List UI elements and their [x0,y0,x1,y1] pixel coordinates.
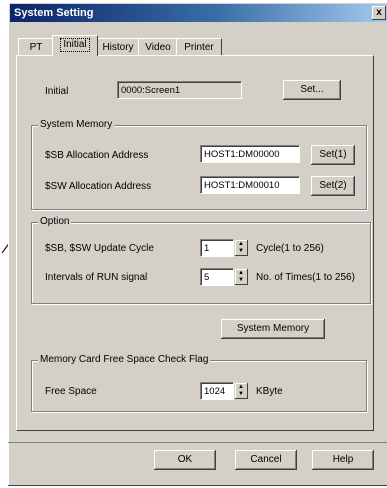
free-space-field[interactable]: 1024 [200,382,234,400]
system-setting-dialog: System Setting x PT Initial History Vide… [8,2,387,486]
sb-set-button[interactable]: Set(1) [311,145,355,165]
help-button[interactable]: Help [312,450,374,470]
sw-set-button[interactable]: Set(2) [311,176,355,196]
run-signal-label: Intervals of RUN signal [45,272,148,283]
footer-divider [8,442,387,443]
run-signal-field[interactable]: 5 [200,268,234,286]
sb-allocation-label: $SB Allocation Address [45,150,149,161]
sb-allocation-field[interactable]: HOST1:DM00000 [200,145,300,163]
free-space-unit: KByte [256,386,283,397]
tab-printer[interactable]: Printer [176,38,222,56]
tab-initial[interactable]: Initial [52,35,98,56]
run-signal-spinner[interactable]: ▲ ▼ [235,269,248,285]
ok-button[interactable]: OK [154,450,216,470]
update-cycle-field[interactable]: 1 [200,239,234,257]
spin-down-icon: ▼ [238,248,244,254]
initial-tab-panel: Initial 0000:Screen1 Set... System Memor… [16,55,374,431]
update-cycle-unit: Cycle(1 to 256) [256,243,324,254]
option-group: Option $SB, $SW Update Cycle 1 ▲ ▼ Cycle… [31,216,371,304]
memory-card-group: Memory Card Free Space Check Flag Free S… [31,354,367,412]
close-button[interactable]: x [372,6,386,20]
spin-down-icon: ▼ [238,277,244,283]
sw-allocation-label: $SW Allocation Address [45,181,152,192]
title-bar: System Setting x [10,4,387,22]
system-memory-group-title: System Memory [38,119,115,130]
run-signal-unit: No. of Times(1 to 256) [256,272,355,283]
initial-label: Initial [45,86,69,97]
tab-pt[interactable]: PT [18,38,54,56]
tab-history[interactable]: History [96,38,140,56]
update-cycle-label: $SB, $SW Update Cycle [45,243,154,254]
free-space-label: Free Space [45,386,97,397]
spin-up-icon: ▲ [238,270,244,276]
free-space-spinner[interactable]: ▲ ▼ [235,383,248,399]
spin-up-icon: ▲ [238,241,244,247]
option-group-title: Option [38,216,72,227]
window-title: System Setting [14,7,94,19]
initial-screen-field: 0000:Screen1 [117,81,242,99]
update-cycle-spinner[interactable]: ▲ ▼ [235,240,248,256]
spin-up-icon: ▲ [238,384,244,390]
close-icon: x [376,7,382,18]
sw-allocation-field[interactable]: HOST1:DM00010 [200,176,300,194]
initial-set-button[interactable]: Set... [283,80,341,100]
memory-card-group-title: Memory Card Free Space Check Flag [38,354,211,365]
system-memory-button[interactable]: System Memory [221,319,325,339]
cancel-button[interactable]: Cancel [235,450,297,470]
tab-video[interactable]: Video [138,38,178,56]
spin-down-icon: ▼ [238,391,244,397]
system-memory-group: System Memory $SB Allocation Address HOS… [31,119,367,210]
